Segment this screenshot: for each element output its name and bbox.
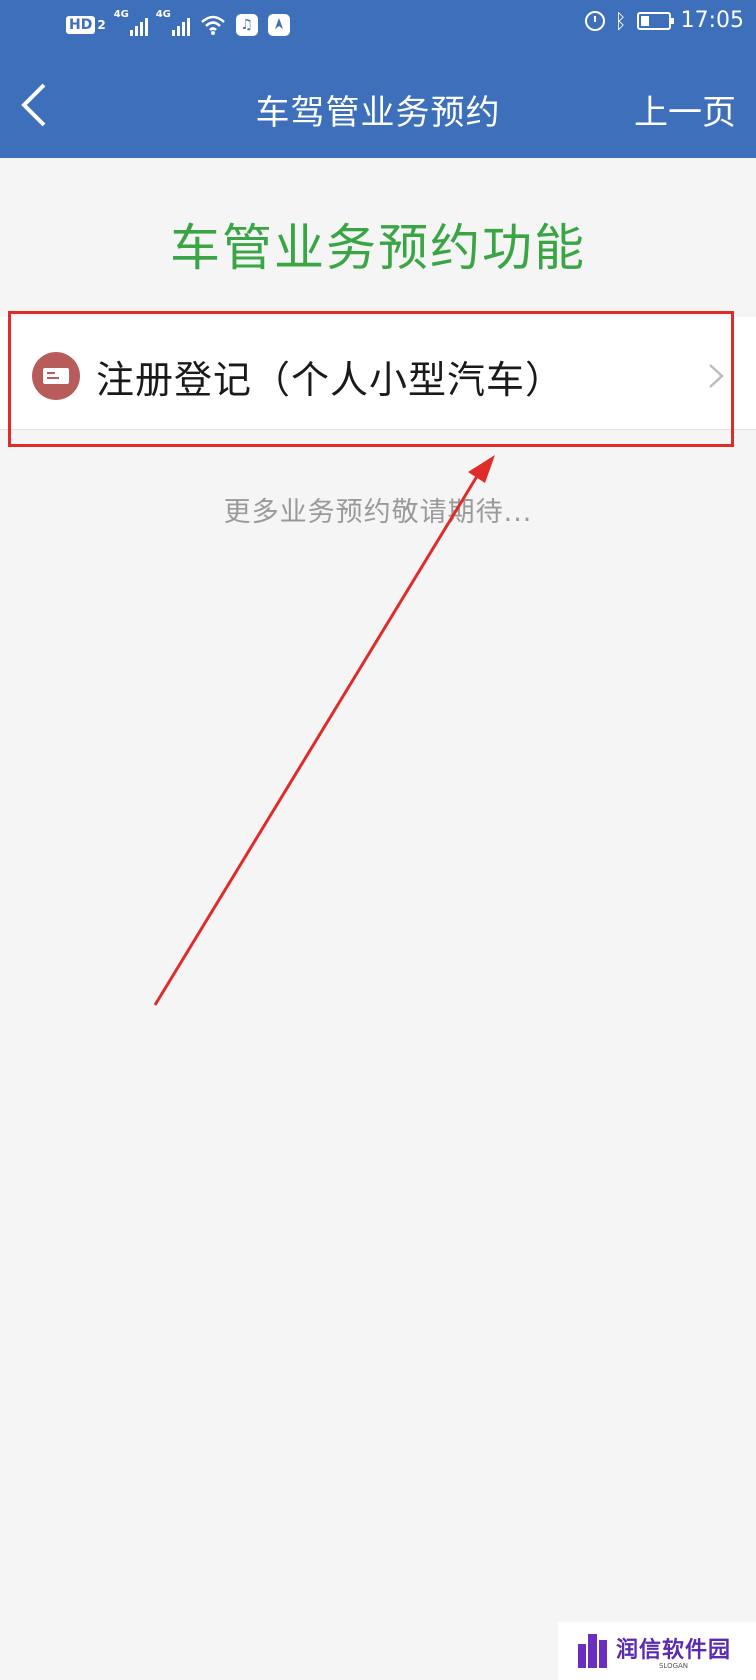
list-item-label: 注册登记（个人小型汽车） bbox=[96, 358, 565, 402]
list-item[interactable]: 注册登记（个人小型汽车） bbox=[0, 317, 756, 430]
status-right: ᛒ 17:05 bbox=[584, 8, 744, 33]
signal-type-label: 4G bbox=[155, 9, 171, 20]
watermark: 润信软件园 SLOGAN bbox=[558, 1622, 756, 1680]
music-app-icon: ♫ bbox=[235, 14, 258, 36]
status-time: 17:05 bbox=[680, 8, 744, 33]
signal-type-label: 4G bbox=[113, 9, 129, 20]
prev-page-button[interactable]: 上一页 bbox=[634, 85, 736, 134]
watermark-logo-icon bbox=[578, 1634, 608, 1668]
more-hint-text: 更多业务预约敬请期待... bbox=[223, 497, 533, 528]
section-heading: 车管业务预约功能 bbox=[170, 219, 586, 277]
nav-bar: 车驾管业务预约 上一页 bbox=[0, 55, 756, 158]
status-bar: HD 2 4G 4G ♫ ᛒ 17:05 bbox=[0, 0, 756, 55]
license-card-icon bbox=[32, 352, 80, 400]
bluetooth-icon: ᛒ bbox=[614, 8, 627, 33]
wifi-icon bbox=[200, 15, 225, 35]
signal-icon: 4G bbox=[156, 9, 190, 36]
chevron-right-icon bbox=[709, 364, 724, 388]
hd-sub-label: 2 bbox=[97, 18, 106, 32]
hd-badge: HD bbox=[66, 16, 96, 34]
battery-icon bbox=[636, 11, 674, 30]
signal-icon: 4G bbox=[114, 9, 148, 36]
watermark-title: 润信软件园 bbox=[616, 1638, 732, 1663]
status-left: HD 2 4G 4G ♫ bbox=[66, 9, 290, 36]
watermark-slogan: SLOGAN bbox=[658, 1662, 689, 1670]
alarm-icon bbox=[584, 10, 605, 31]
compass-app-icon bbox=[267, 14, 290, 36]
